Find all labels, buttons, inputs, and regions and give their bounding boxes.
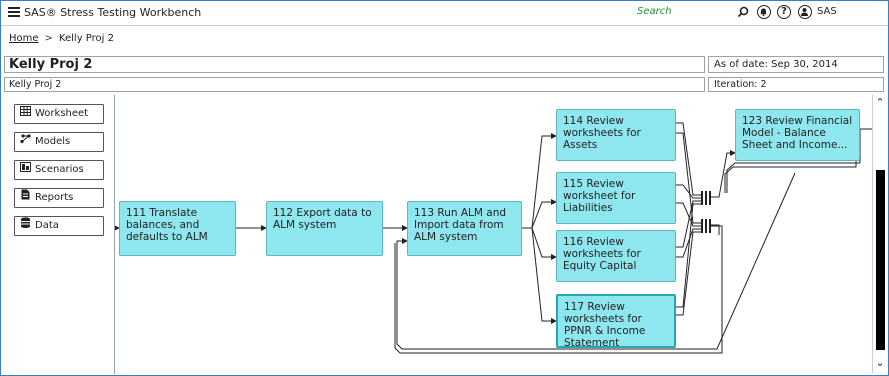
scroll-up-icon[interactable]: ⌃ — [874, 97, 886, 109]
scenarios-label: Scenarios — [35, 164, 84, 175]
page-title: Kelly Proj 2 — [4, 56, 705, 73]
as-of-date: As of date: Sep 30, 2014 — [708, 56, 884, 73]
user-avatar-icon[interactable] — [798, 5, 812, 19]
workflow-node-114[interactable]: 114 Review worksheets for Assets — [556, 109, 676, 161]
breadcrumb-current: Kelly Proj 2 — [58, 33, 114, 44]
notifications-bell-icon[interactable] — [757, 5, 771, 19]
models-label: Models — [35, 136, 71, 147]
workflow-node-117[interactable]: 117 Review worksheets for PPNR & Income … — [556, 294, 676, 349]
project-subtitle: Kelly Proj 2 — [4, 77, 705, 92]
breadcrumb-home-link[interactable]: Home — [9, 33, 39, 44]
worksheet-button[interactable]: Worksheet — [14, 104, 104, 124]
help-icon[interactable]: ? — [777, 5, 791, 19]
data-button[interactable]: Data — [14, 216, 104, 236]
reports-button[interactable]: Reports — [14, 188, 104, 208]
breadcrumb-separator: > — [44, 33, 53, 44]
workflow-canvas[interactable]: 111 Translate balances, and defaults to … — [115, 95, 872, 373]
worksheet-label: Worksheet — [35, 108, 89, 119]
breadcrumb: Home > Kelly Proj 2 — [9, 33, 114, 44]
scroll-down-icon[interactable]: ⌄ — [874, 357, 886, 369]
vertical-scrollbar[interactable]: ⌃ ⌄ — [872, 95, 887, 373]
data-label: Data — [35, 220, 59, 231]
workflow-node-112[interactable]: 112 Export data to ALM system — [266, 201, 383, 256]
models-button[interactable]: Models — [14, 132, 104, 152]
reports-label: Reports — [35, 192, 74, 203]
sync-bars — [701, 191, 711, 233]
data-icon — [19, 217, 32, 235]
workflow-node-115[interactable]: 115 Review worksheet for Liabilities — [556, 172, 676, 224]
app-title: SAS® Stress Testing Workbench — [24, 6, 202, 19]
workflow-node-123[interactable]: 123 Review Financial Model - Balance She… — [735, 109, 860, 161]
search-icon[interactable] — [737, 6, 749, 18]
models-icon — [19, 133, 32, 151]
scenarios-button[interactable]: Scenarios — [14, 160, 104, 180]
title-bar: SAS® Stress Testing Workbench Search ? S… — [1, 1, 888, 26]
side-panel: Worksheet Models Scenarios Reports Data — [4, 95, 115, 374]
worksheet-icon — [19, 105, 32, 123]
hamburger-menu-icon[interactable] — [8, 7, 20, 17]
workflow-node-113[interactable]: 113 Run ALM and Import data from ALM sys… — [407, 201, 522, 256]
iteration-label: Iteration: 2 — [708, 77, 884, 92]
search-link[interactable]: Search — [637, 6, 672, 17]
reports-icon — [19, 189, 32, 207]
user-label[interactable]: SAS — [817, 6, 837, 17]
scenarios-icon — [19, 161, 32, 179]
workflow-node-111[interactable]: 111 Translate balances, and defaults to … — [119, 201, 236, 256]
workflow-node-116[interactable]: 116 Review worksheets for Equity Capital — [556, 230, 676, 282]
scrollbar-thumb[interactable] — [876, 170, 885, 350]
